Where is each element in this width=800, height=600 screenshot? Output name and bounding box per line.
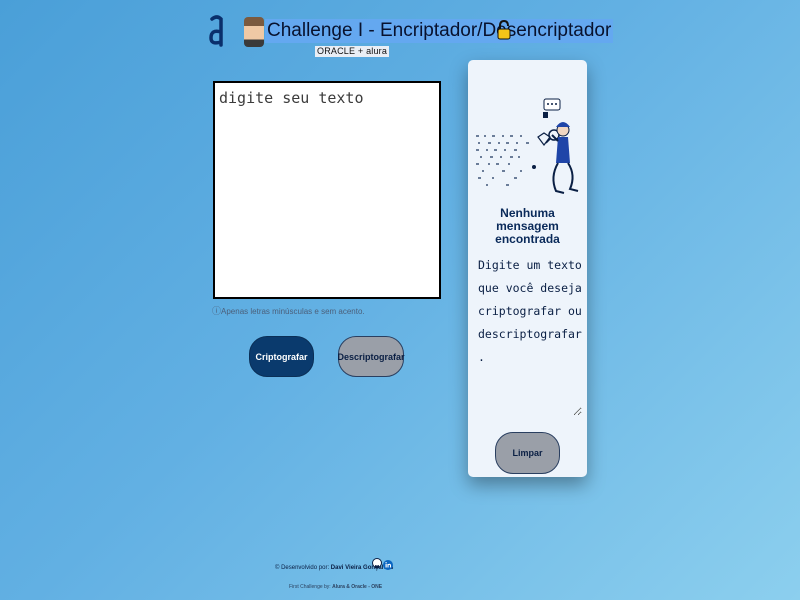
github-icon[interactable] — [372, 558, 382, 570]
output-text[interactable]: Digite um texto que você deseja criptogr… — [478, 254, 582, 416]
footer-challenge-prefix: First Challenge by: — [289, 584, 331, 590]
avatar — [244, 17, 264, 47]
input-hint: ⓘApenas letras minúsculas e sem acento. — [212, 304, 365, 317]
clear-button[interactable]: Limpar — [495, 432, 560, 474]
footer-challenge-name: Alura & Oracle - ONE — [332, 584, 383, 590]
detective-illustration — [476, 98, 579, 194]
input-hint-text: Apenas letras minúsculas e sem acento. — [221, 307, 365, 316]
lock-icon — [497, 20, 511, 40]
decrypt-button[interactable]: Descriptografar — [337, 336, 405, 377]
text-input[interactable] — [213, 81, 441, 299]
panel-title: Nenhuma mensagem encontrada — [495, 206, 560, 246]
footer-challenge: First Challenge by: Alura & Oracle - ONE — [289, 584, 382, 590]
alura-logo-icon[interactable] — [208, 14, 226, 48]
partner-badge: ORACLE + alura — [315, 46, 390, 57]
info-icon: ⓘ — [212, 306, 222, 316]
linkedin-icon[interactable] — [383, 560, 393, 570]
footer-credit-prefix: © Desenvolvido por: — [275, 565, 330, 571]
page-title: Challenge I - Encriptador/Desencriptador — [265, 19, 614, 43]
encrypt-button[interactable]: Criptografar — [249, 336, 314, 377]
